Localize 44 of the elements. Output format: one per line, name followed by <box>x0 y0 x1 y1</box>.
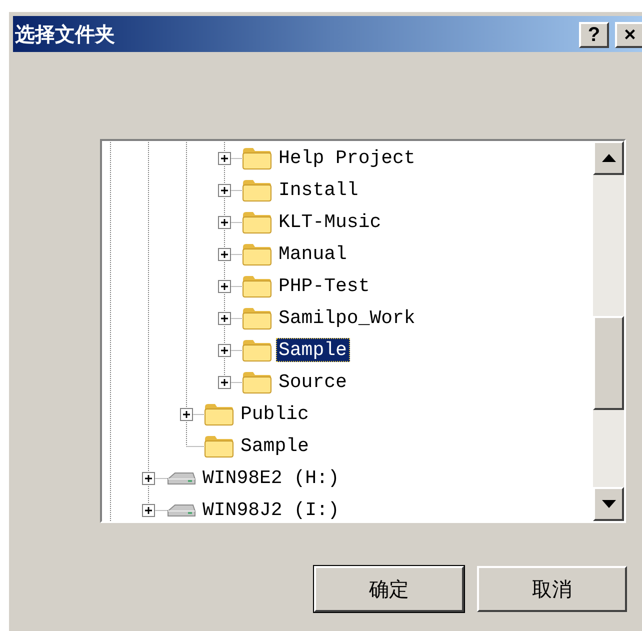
down-arrow-icon <box>602 500 616 508</box>
up-arrow-icon <box>602 154 616 162</box>
tree-item[interactable]: Manual <box>276 242 350 266</box>
folder-icon <box>242 306 272 330</box>
expand-icon[interactable] <box>218 344 231 357</box>
ok-button[interactable]: 确定 <box>314 566 464 612</box>
expand-icon[interactable] <box>218 152 231 165</box>
folder-icon <box>242 370 272 394</box>
expand-icon[interactable] <box>218 216 231 229</box>
expand-icon[interactable] <box>218 248 231 261</box>
scroll-up-button[interactable] <box>593 141 624 175</box>
expand-icon[interactable] <box>180 408 193 421</box>
tree-item[interactable]: PHP-Test <box>276 274 373 298</box>
scrollbar[interactable] <box>593 141 624 521</box>
folder-icon <box>204 402 234 426</box>
folder-icon <box>242 178 272 202</box>
scroll-down-button[interactable] <box>593 487 624 521</box>
tree-item[interactable]: Samilpo_Work <box>276 306 418 330</box>
tree-item[interactable]: WIN98J2 (I:) <box>200 498 342 521</box>
scroll-thumb[interactable] <box>593 316 624 410</box>
tree-item[interactable]: Install <box>276 178 362 202</box>
help-button[interactable]: ? <box>579 22 609 48</box>
tree-item[interactable]: Source <box>276 370 350 394</box>
expand-icon[interactable] <box>142 504 155 517</box>
tree-item[interactable]: Sample <box>276 338 350 362</box>
expand-icon[interactable] <box>218 312 231 325</box>
expand-icon[interactable] <box>218 280 231 293</box>
window-title: 选择文件夹 <box>14 21 115 48</box>
expand-icon[interactable] <box>218 376 231 389</box>
folder-icon <box>242 274 272 298</box>
close-button[interactable]: × <box>615 22 642 48</box>
folder-icon <box>242 338 272 362</box>
folder-icon <box>242 146 272 170</box>
tree-item[interactable]: KLT-Music <box>276 210 384 234</box>
expand-icon[interactable] <box>218 184 231 197</box>
folder-icon <box>242 242 272 266</box>
cancel-button[interactable]: 取消 <box>477 566 627 612</box>
folder-icon <box>242 210 272 234</box>
tree-item[interactable]: Public <box>238 402 312 426</box>
folder-icon <box>204 434 234 458</box>
tree-item[interactable]: WIN98E2 (H:) <box>200 466 342 490</box>
tree-item[interactable]: Help Project <box>276 146 418 170</box>
tree-item[interactable]: Sample <box>238 434 312 458</box>
expand-icon[interactable] <box>142 472 155 485</box>
